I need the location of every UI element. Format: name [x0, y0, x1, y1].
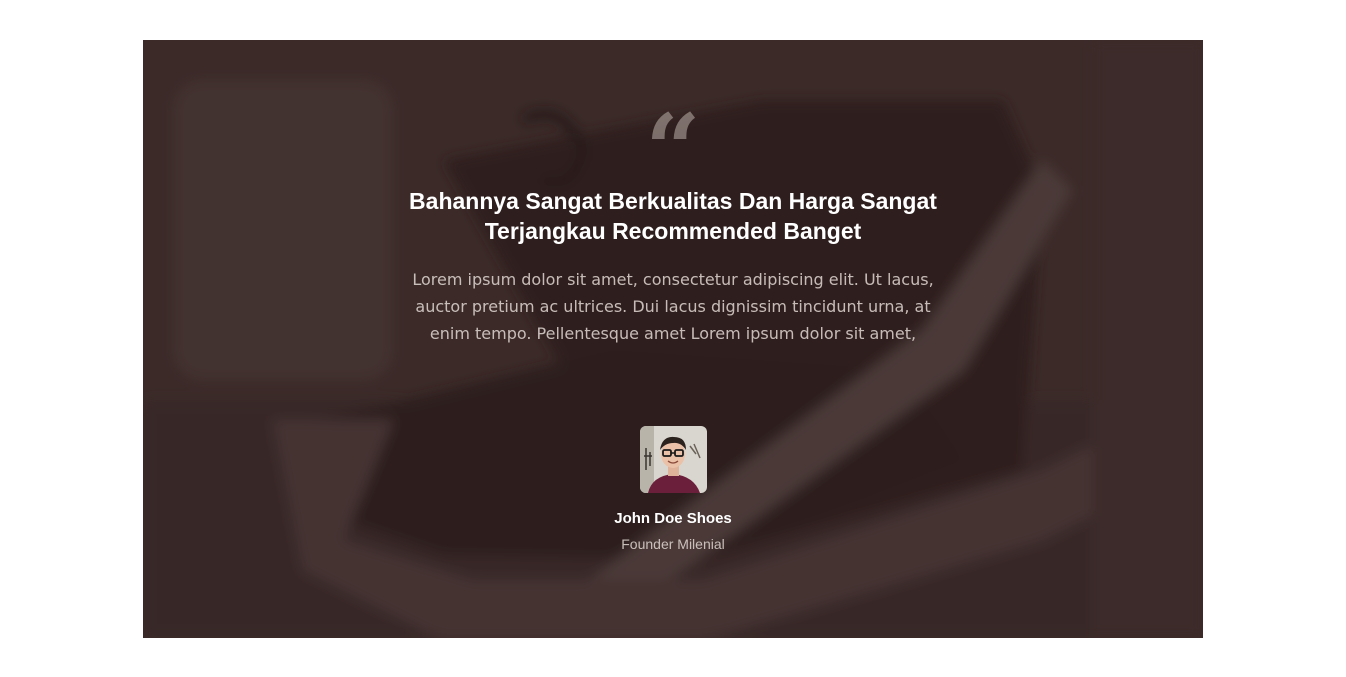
- testimonial-body: Lorem ipsum dolor sit amet, consectetur …: [412, 270, 934, 343]
- author-avatar: [640, 426, 707, 493]
- author-name: John Doe Shoes: [614, 510, 732, 527]
- author-role: Founder Milenial: [621, 536, 725, 552]
- testimonial-headline: Bahannya Sangat Berkualitas Dan Harga Sa…: [409, 188, 937, 244]
- testimonial-content: “ Bahannya Sangat Berkualitas Dan Harga …: [143, 40, 1203, 638]
- testimonial-section: “ Bahannya Sangat Berkualitas Dan Harga …: [143, 40, 1203, 638]
- quote-left-icon: “: [645, 93, 701, 206]
